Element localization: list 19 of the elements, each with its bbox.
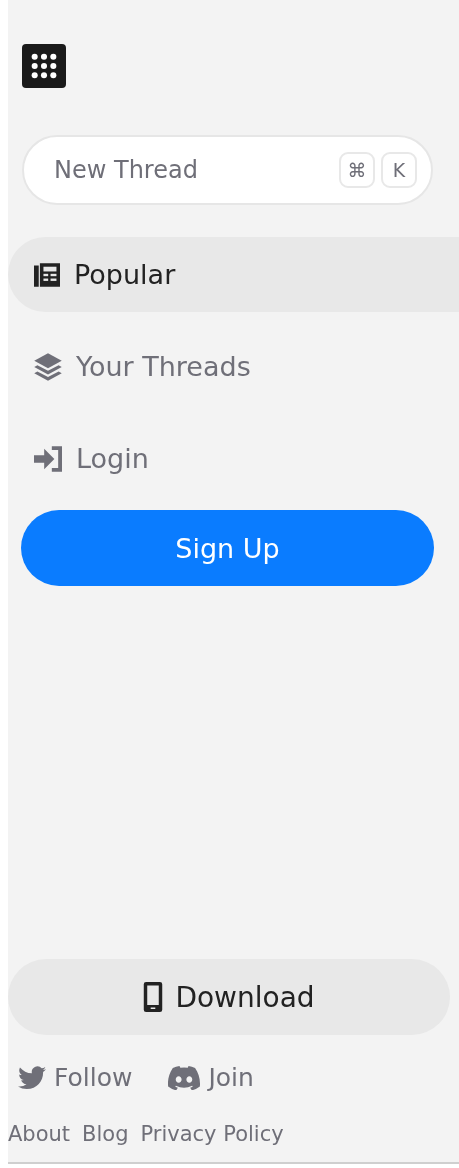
footer-link[interactable]: About [8,1122,71,1146]
newspaper-icon [32,261,62,288]
join-link[interactable]: Join [168,1063,254,1092]
nav-item[interactable]: Your Threads [8,329,459,404]
footer-link[interactable]: Blog [82,1122,129,1146]
footer-link[interactable]: Privacy Policy [140,1122,284,1146]
sign-up-button[interactable]: Sign Up [21,510,434,586]
layers-icon [32,351,64,382]
sign-in-icon [32,444,64,473]
follow-link[interactable]: Follow [18,1063,133,1092]
phone-icon [143,982,164,1012]
shortcut-key: K [381,152,417,188]
download-button[interactable]: Download [8,959,450,1035]
bird-icon [18,1065,46,1090]
nav-item[interactable]: Login [8,421,459,496]
nav-item[interactable]: Popular [8,237,459,312]
game-controller-icon [168,1065,201,1090]
grid-menu-icon[interactable] [22,44,66,88]
shortcut-key: ⌘ [339,152,375,188]
